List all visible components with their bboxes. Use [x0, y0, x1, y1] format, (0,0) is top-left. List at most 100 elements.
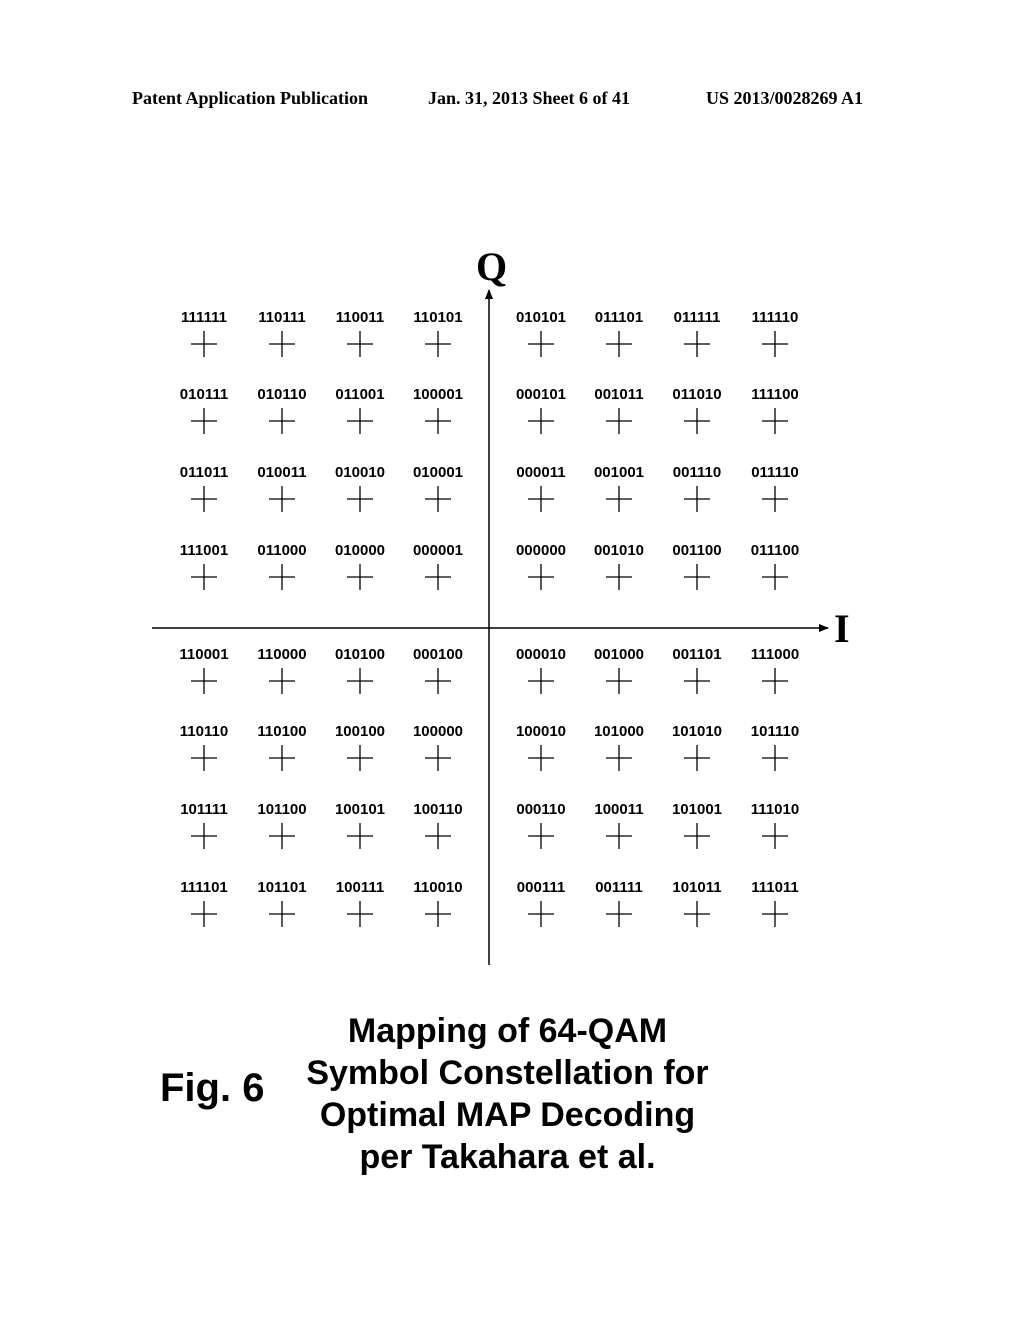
symbol-code-label: 010111 — [180, 386, 228, 403]
constellation-point: 100111 — [336, 879, 384, 927]
symbol-code-label: 100000 — [413, 723, 463, 740]
symbol-code-label: 001000 — [594, 646, 644, 663]
constellation-point: 001100 — [672, 542, 722, 590]
constellation-point: 101101 — [257, 879, 307, 927]
constellation-point: 010101 — [516, 309, 566, 357]
i-axis-label: I — [834, 606, 850, 651]
symbol-code-label: 100100 — [335, 723, 385, 740]
symbol-code-label: 011000 — [257, 542, 306, 559]
symbol-code-label: 111101 — [180, 879, 228, 896]
constellation-point: 000001 — [413, 542, 463, 590]
figure-number: Fig. 6 — [160, 1066, 265, 1110]
constellation-point: 110101 — [413, 309, 463, 357]
constellation-point: 001101 — [672, 646, 722, 694]
symbol-code-label: 011001 — [335, 386, 384, 403]
figure-caption: Mapping of 64-QAM Symbol Constellation f… — [280, 1010, 735, 1178]
symbol-code-label: 101001 — [672, 801, 722, 818]
symbol-code-label: 101000 — [594, 723, 644, 740]
constellation-point: 111110 — [752, 309, 799, 357]
symbol-code-label: 001010 — [594, 542, 644, 559]
constellation-point: 111001 — [180, 542, 228, 590]
constellation-point: 001001 — [594, 464, 644, 512]
symbol-code-label: 010100 — [335, 646, 385, 663]
caption-line: Symbol Constellation for — [306, 1054, 709, 1092]
symbol-code-label: 010001 — [413, 464, 463, 481]
constellation-point: 011110 — [751, 464, 799, 512]
symbol-code-label: 101111 — [180, 801, 228, 818]
constellation-point: 010111 — [180, 386, 228, 434]
constellation-point: 110111 — [258, 309, 306, 357]
symbol-code-label: 000100 — [413, 646, 463, 663]
constellation-point: 110110 — [180, 723, 228, 771]
constellation-point: 010011 — [257, 464, 307, 512]
constellation-diagram: Q I 111111 110111 110011 110101 010101 011101… — [152, 244, 850, 965]
constellation-point: 100110 — [413, 801, 463, 849]
symbol-code-label: 011110 — [751, 464, 799, 481]
symbol-code-label: 101110 — [751, 723, 799, 740]
symbol-code-label: 000010 — [516, 646, 566, 663]
constellation-point: 011000 — [257, 542, 307, 590]
constellation-point: 011001 — [335, 386, 385, 434]
symbol-code-label: 110001 — [179, 646, 228, 663]
symbol-code-label: 000000 — [516, 542, 566, 559]
symbol-code-label: 111000 — [751, 646, 799, 663]
constellation-point: 101001 — [672, 801, 722, 849]
symbol-code-label: 101100 — [257, 801, 306, 818]
symbol-code-label: 110010 — [413, 879, 462, 896]
symbol-code-label: 010101 — [516, 309, 566, 326]
symbol-code-label: 011100 — [751, 542, 799, 559]
caption-line: per Takahara et al. — [359, 1138, 656, 1176]
symbol-code-label: 010110 — [257, 386, 306, 403]
symbol-code-label: 110011 — [336, 309, 384, 326]
symbol-code-label: 000011 — [516, 464, 565, 481]
constellation-point: 111000 — [751, 646, 799, 694]
symbol-code-label: 111111 — [181, 309, 227, 326]
symbol-code-label: 111110 — [752, 309, 799, 326]
symbol-code-label: 100110 — [413, 801, 462, 818]
constellation-point: 101010 — [672, 723, 722, 771]
symbol-code-label: 000101 — [516, 386, 566, 403]
symbol-code-label: 110111 — [258, 309, 306, 326]
symbol-code-label: 011111 — [674, 309, 721, 326]
constellation-point: 110011 — [336, 309, 384, 357]
constellation-point: 001000 — [594, 646, 644, 694]
constellation-point: 011011 — [180, 464, 228, 512]
constellation-point: 010000 — [335, 542, 385, 590]
symbol-code-label: 100010 — [516, 723, 566, 740]
constellation-point: 111011 — [751, 879, 799, 927]
constellation-point: 110000 — [257, 646, 307, 694]
constellation-point: 101000 — [594, 723, 644, 771]
symbol-code-label: 100011 — [594, 801, 643, 818]
symbol-code-label: 011101 — [595, 309, 643, 326]
constellation-point: 101011 — [672, 879, 722, 927]
constellation-point: 000111 — [517, 879, 565, 927]
constellation-point: 100010 — [516, 723, 566, 771]
symbol-code-label: 100001 — [413, 386, 463, 403]
symbol-code-label: 101011 — [672, 879, 721, 896]
constellation-point: 110010 — [413, 879, 463, 927]
constellation-point: 000011 — [516, 464, 566, 512]
constellation-point: 000110 — [516, 801, 566, 849]
constellation-point: 110100 — [257, 723, 307, 771]
constellation-point: 011100 — [751, 542, 799, 590]
symbol-code-label: 111010 — [751, 801, 799, 818]
constellation-point: 001010 — [594, 542, 644, 590]
symbol-code-label: 110000 — [257, 646, 306, 663]
symbol-code-label: 001110 — [673, 464, 721, 481]
symbol-code-label: 100111 — [336, 879, 384, 896]
constellation-point: 111101 — [180, 879, 228, 927]
constellation-point: 101110 — [751, 723, 799, 771]
symbol-code-label: 000110 — [516, 801, 565, 818]
symbol-code-label: 000111 — [517, 879, 565, 896]
constellation-point: 100100 — [335, 723, 385, 771]
constellation-point: 011010 — [672, 386, 722, 434]
symbol-code-label: 101010 — [672, 723, 722, 740]
constellation-point: 101100 — [257, 801, 307, 849]
caption-line: Mapping of 64-QAM — [347, 1012, 668, 1050]
symbol-code-label: 010000 — [335, 542, 385, 559]
symbol-code-label: 001011 — [594, 386, 643, 403]
constellation-point: 001111 — [595, 879, 643, 927]
constellation-point: 001011 — [594, 386, 644, 434]
symbol-code-label: 110110 — [180, 723, 228, 740]
symbol-code-label: 011010 — [672, 386, 721, 403]
